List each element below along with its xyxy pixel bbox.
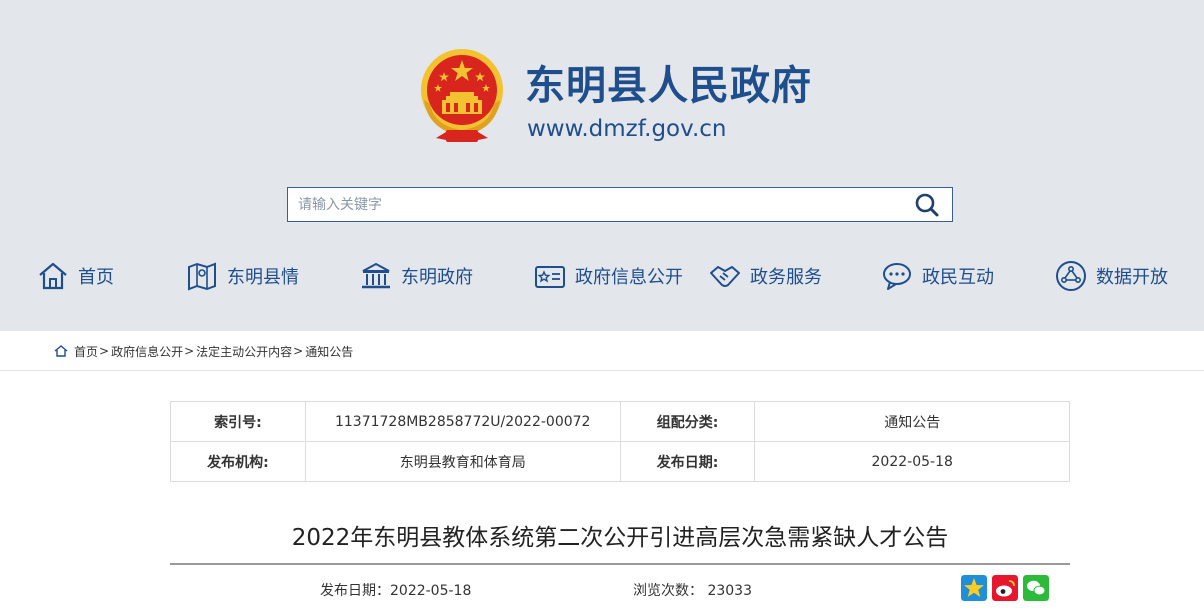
publisher-value: 东明县教育和体育局 — [304, 441, 621, 482]
breadcrumb-divider — [0, 370, 1204, 371]
publish-date-label: 发布日期: — [619, 441, 756, 482]
wechat-icon[interactable] — [1023, 575, 1049, 601]
search-input[interactable] — [288, 188, 898, 221]
breadcrumb-statutory-content[interactable]: 法定主动公开内容 — [196, 343, 292, 360]
category-label: 组配分类: — [619, 401, 756, 442]
nav-item-home[interactable]: 首页 — [36, 253, 114, 299]
handshake-icon — [710, 266, 740, 287]
nav-item-interaction[interactable]: 政民互动 — [880, 253, 994, 299]
table-row: 发布机构: 东明县教育和体育局 发布日期: 2022-05-18 — [170, 441, 1070, 482]
index-number-label: 索引号: — [170, 401, 306, 442]
breadcrumb-info-disclosure[interactable]: 政府信息公开 — [111, 343, 183, 360]
table-row: 索引号: 11371728MB2858772U/2022-00072 组配分类:… — [170, 401, 1070, 442]
main-nav: 首页 东明县情 东明政府 政府信息公开 政务服务 政民互动 数据开放 — [0, 253, 1204, 299]
title-divider — [170, 563, 1070, 565]
qzone-icon[interactable] — [961, 575, 987, 601]
breadcrumb-home-icon — [54, 345, 68, 357]
index-number-value: 11371728MB2858772U/2022-00072 — [304, 401, 621, 442]
national-emblem-icon[interactable] — [416, 48, 508, 144]
nav-label-government: 东明政府 — [401, 267, 473, 288]
article-title: 2022年东明县教体系统第二次公开引进高层次急需紧缺人才公告 — [291, 525, 949, 551]
weibo-icon[interactable] — [992, 575, 1018, 601]
map-icon — [188, 262, 216, 291]
nav-label-services: 政务服务 — [750, 267, 822, 288]
breadcrumb-separator: > — [99, 344, 110, 358]
nav-item-info-disclosure[interactable]: 政府信息公开 — [533, 253, 683, 299]
nav-item-county-info[interactable]: 东明县情 — [185, 253, 299, 299]
nav-item-government[interactable]: 东明政府 — [359, 253, 473, 299]
search-icon[interactable] — [914, 192, 940, 218]
nav-item-services[interactable]: 政务服务 — [708, 253, 822, 299]
government-building-icon — [362, 262, 390, 289]
site-url: www.dmzf.gov.cn — [527, 116, 727, 142]
breadcrumb-notices[interactable]: 通知公告 — [305, 343, 353, 360]
breadcrumb-home[interactable]: 首页 — [74, 343, 98, 360]
nav-label-open-data: 数据开放 — [1096, 267, 1168, 288]
breadcrumb: 首页 > 政府信息公开 > 法定主动公开内容 > 通知公告 — [54, 342, 353, 360]
site-title: 东明县人民政府 — [525, 63, 812, 109]
breadcrumb-separator: > — [293, 344, 304, 358]
home-icon — [39, 262, 67, 290]
id-card-icon — [535, 266, 565, 288]
document-meta-table: 索引号: 11371728MB2858772U/2022-00072 组配分类:… — [170, 401, 1070, 482]
chat-icon — [883, 263, 911, 290]
publish-date-value: 2022-05-18 — [754, 441, 1070, 482]
article-publish-date: 发布日期：2022-05-18 — [320, 583, 472, 599]
article-view-count: 浏览次数： 23033 — [633, 583, 752, 599]
publisher-label: 发布机构: — [170, 441, 306, 482]
breadcrumb-separator: > — [184, 344, 195, 358]
nav-label-home: 首页 — [78, 267, 114, 288]
nav-label-info-disclosure: 政府信息公开 — [575, 267, 683, 288]
search-box — [287, 187, 953, 222]
nav-label-county-info: 东明县情 — [227, 267, 299, 288]
nav-item-open-data[interactable]: 数据开放 — [1054, 253, 1168, 299]
category-value: 通知公告 — [754, 401, 1070, 442]
nav-label-interaction: 政民互动 — [922, 267, 994, 288]
network-icon — [1056, 261, 1086, 291]
